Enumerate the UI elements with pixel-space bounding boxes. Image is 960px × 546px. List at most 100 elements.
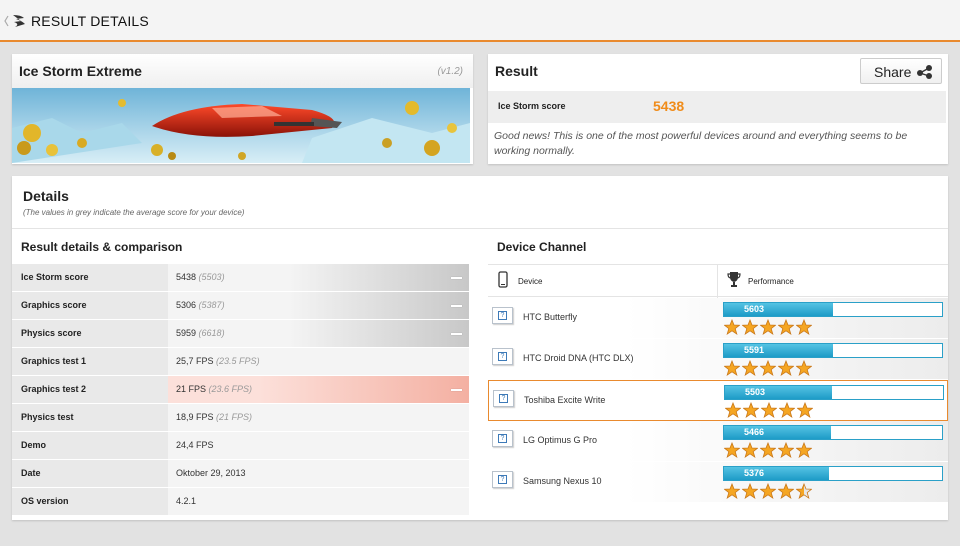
score-row: Ice Storm score 5438 <box>488 91 946 123</box>
result-average: (5503) <box>198 272 225 282</box>
result-row[interactable]: Physics score 5959 (6618) <box>12 320 469 348</box>
performance-bar-fill <box>724 426 831 439</box>
result-row-value: 4.2.1 <box>176 496 196 506</box>
rating-stars <box>723 482 814 499</box>
result-value: 25,7 FPS <box>176 356 214 366</box>
star-icon <box>777 482 795 499</box>
result-row-value-cell: 21 FPS (23.6 FPS) <box>168 376 469 403</box>
device-image-icon: ? <box>492 430 513 447</box>
result-title: Result <box>495 63 538 79</box>
result-row-label: Physics test <box>21 412 74 422</box>
column-divider <box>717 265 718 298</box>
device-row[interactable]: ? HTC Droid DNA (HTC DLX) 5591 <box>488 339 948 380</box>
device-image-icon: ? <box>492 348 513 365</box>
device-name: HTC Butterfly <box>523 312 578 322</box>
comparison-title: Result details & comparison <box>21 240 183 254</box>
performance-bar-fill <box>724 344 833 357</box>
performance-bar-fill <box>724 303 833 316</box>
performance-column-header: Performance <box>748 277 794 286</box>
collapse-icon[interactable] <box>451 389 462 391</box>
benchmark-banner-image <box>12 88 470 163</box>
result-row-label-cell: Graphics test 2 <box>12 376 168 403</box>
device-row[interactable]: ? Toshiba Excite Write 5503 <box>488 380 948 421</box>
star-icon <box>759 359 777 376</box>
star-icon <box>759 318 777 335</box>
result-value: 18,9 FPS <box>176 412 214 422</box>
result-value: Oktober 29, 2013 <box>176 468 246 478</box>
benchmark-header: Ice Storm Extreme (v1.2) <box>12 54 473 88</box>
performance-score: 5376 <box>744 468 765 478</box>
result-value: 5306 <box>176 300 197 310</box>
result-details-table: Ice Storm score 5438 (5503) Graphics score… <box>12 264 469 516</box>
result-row-label-cell: OS version <box>12 488 168 515</box>
device-name: LG Optimus G Pro <box>523 435 598 445</box>
star-icon <box>741 441 759 458</box>
benchmark-panel: Ice Storm Extreme (v1.2) <box>12 54 473 164</box>
result-row: Graphics test 1 25,7 FPS (23.5 FPS) <box>12 348 469 376</box>
device-image-icon: ? <box>493 390 514 407</box>
result-row-value-cell: 5959 (6618) <box>168 320 469 347</box>
device-row[interactable]: ? Samsung Nexus 10 5376 <box>488 462 948 503</box>
result-row-label: Graphics test 1 <box>21 356 87 366</box>
result-row[interactable]: Graphics score 5306 (5387) <box>12 292 469 320</box>
collapse-icon[interactable] <box>451 277 462 279</box>
result-row-label-cell: Demo <box>12 432 168 459</box>
star-icon <box>760 401 778 418</box>
device-name: Toshiba Excite Write <box>524 395 606 405</box>
result-row-label: Ice Storm score <box>21 272 89 282</box>
device-name: HTC Droid DNA (HTC DLX) <box>523 353 634 363</box>
trophy-icon <box>727 272 741 287</box>
result-row-label: Date <box>21 468 41 478</box>
result-row-label-cell: Graphics score <box>12 292 168 319</box>
result-average: (23.5 FPS) <box>216 356 260 366</box>
result-value: 5959 <box>176 328 197 338</box>
star-icon <box>796 401 814 418</box>
star-icon <box>724 401 742 418</box>
details-subtitle: (The values in grey indicate the average… <box>23 208 245 217</box>
star-icon <box>795 441 813 458</box>
result-row-label: Graphics test 2 <box>21 384 87 394</box>
result-row-value: 21 FPS (23.6 FPS) <box>176 384 252 394</box>
result-row-label: Graphics score <box>21 300 87 310</box>
result-row-value-cell: 24,4 FPS <box>168 432 469 459</box>
star-icon <box>723 482 741 499</box>
star-icon <box>759 441 777 458</box>
result-row-value: 5959 (6618) <box>176 328 225 338</box>
star-icon <box>723 441 741 458</box>
phone-icon <box>498 271 508 288</box>
result-row[interactable]: Ice Storm score 5438 (5503) <box>12 264 469 292</box>
performance-bar: 5376 <box>723 466 943 481</box>
performance-bar: 5591 <box>723 343 943 358</box>
result-row-label: Demo <box>21 440 47 450</box>
device-row[interactable]: ? HTC Butterfly 5603 <box>488 298 948 339</box>
top-bar: RESULT DETAILS <box>0 0 960 42</box>
share-label: Share <box>874 64 912 80</box>
result-row: Date Oktober 29, 2013 <box>12 460 469 488</box>
result-row: Physics test 18,9 FPS (21 FPS) <box>12 404 469 432</box>
result-row-value: 18,9 FPS (21 FPS) <box>176 412 252 422</box>
result-row-value-cell: 5438 (5503) <box>168 264 469 291</box>
performance-bar-fill <box>725 386 832 399</box>
performance-score: 5591 <box>744 345 765 355</box>
star-icon <box>777 359 795 376</box>
performance-score: 5503 <box>745 387 766 397</box>
rating-stars <box>723 318 814 335</box>
result-row-value: 25,7 FPS (23.5 FPS) <box>176 356 260 366</box>
result-row: OS version 4.2.1 <box>12 488 469 516</box>
rating-stars <box>723 441 814 458</box>
device-image-icon: ? <box>492 307 513 324</box>
star-icon <box>723 318 741 335</box>
share-button[interactable]: Share <box>860 58 942 84</box>
star-icon <box>742 401 760 418</box>
result-row[interactable]: Graphics test 2 21 FPS (23.6 FPS) <box>12 376 469 404</box>
collapse-icon[interactable] <box>451 305 462 307</box>
star-icon <box>795 359 813 376</box>
performance-bar: 5466 <box>723 425 943 440</box>
rating-stars <box>723 359 814 376</box>
device-name: Samsung Nexus 10 <box>523 476 602 486</box>
back-logo-icon[interactable] <box>4 13 28 29</box>
collapse-icon[interactable] <box>451 333 462 335</box>
share-icon <box>917 65 932 79</box>
star-icon <box>795 318 813 335</box>
device-row[interactable]: ? LG Optimus G Pro 5466 <box>488 421 948 462</box>
